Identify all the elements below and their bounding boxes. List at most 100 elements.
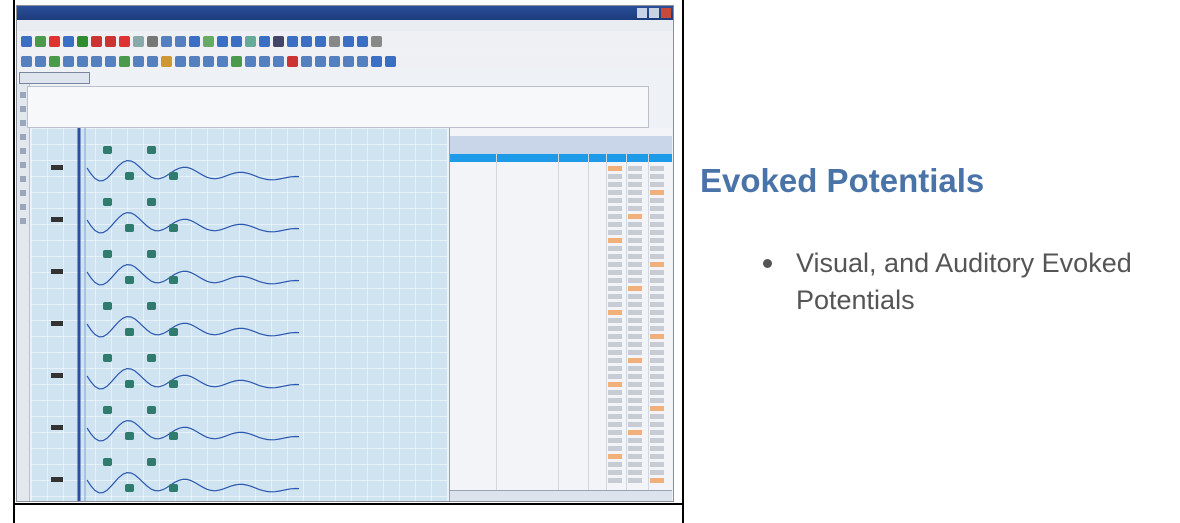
table-cell bbox=[628, 462, 642, 467]
table-cell bbox=[650, 326, 664, 331]
document-tab bbox=[19, 72, 90, 84]
table-cell bbox=[608, 326, 622, 331]
peak-marker bbox=[147, 302, 156, 310]
table-cell bbox=[650, 270, 664, 275]
peak-marker bbox=[147, 406, 156, 414]
table-border-inner bbox=[13, 503, 684, 505]
table-cell bbox=[628, 382, 642, 387]
peak-marker bbox=[169, 432, 178, 440]
waveform-trace bbox=[86, 367, 300, 390]
table-cell bbox=[628, 446, 642, 451]
table-cell bbox=[650, 166, 664, 171]
toolbar-primary bbox=[17, 32, 673, 50]
maximize-icon bbox=[649, 8, 659, 18]
table-cell bbox=[628, 342, 642, 347]
table-border-left bbox=[13, 0, 15, 523]
table-cell bbox=[608, 318, 622, 323]
table-cell bbox=[628, 350, 642, 355]
channel-label bbox=[51, 425, 63, 430]
toolbar-secondary bbox=[17, 52, 673, 70]
table-cell bbox=[628, 430, 642, 435]
table-cell bbox=[650, 286, 664, 291]
table-cell bbox=[628, 310, 642, 315]
table-cell bbox=[628, 278, 642, 283]
table-cell bbox=[608, 478, 622, 483]
table-cell bbox=[650, 454, 664, 459]
table-cell bbox=[628, 438, 642, 443]
results-table-tabs bbox=[450, 490, 672, 501]
table-cell bbox=[608, 230, 622, 235]
peak-marker bbox=[169, 328, 178, 336]
table-cell bbox=[650, 294, 664, 299]
table-cell bbox=[650, 310, 664, 315]
table-cell bbox=[628, 302, 642, 307]
table-cell bbox=[650, 190, 664, 195]
table-cell bbox=[650, 318, 664, 323]
channel-label bbox=[51, 373, 63, 378]
table-cell bbox=[650, 462, 664, 467]
table-cell bbox=[608, 198, 622, 203]
peak-marker bbox=[125, 484, 134, 492]
table-cell bbox=[650, 334, 664, 339]
table-cell bbox=[650, 238, 664, 243]
peak-marker bbox=[103, 302, 112, 310]
table-cell bbox=[628, 238, 642, 243]
window-titlebar bbox=[17, 6, 673, 20]
peak-marker bbox=[147, 198, 156, 206]
table-cell bbox=[650, 358, 664, 363]
table-cell bbox=[628, 206, 642, 211]
waveform-trace bbox=[86, 315, 300, 338]
table-cell bbox=[628, 254, 642, 259]
table-cell bbox=[628, 390, 642, 395]
table-cell bbox=[628, 414, 642, 419]
table-cell bbox=[608, 206, 622, 211]
peak-marker bbox=[125, 172, 134, 180]
table-cell bbox=[608, 374, 622, 379]
table-cell bbox=[608, 398, 622, 403]
table-cell bbox=[608, 454, 622, 459]
table-cell bbox=[650, 278, 664, 283]
table-cell bbox=[628, 398, 642, 403]
bullet-icon bbox=[763, 259, 772, 268]
table-cell bbox=[650, 414, 664, 419]
table-cell bbox=[650, 222, 664, 227]
table-cell bbox=[628, 182, 642, 187]
table-cell bbox=[650, 406, 664, 411]
table-cell bbox=[608, 382, 622, 387]
table-cell bbox=[628, 406, 642, 411]
table-cell bbox=[628, 166, 642, 171]
results-table bbox=[449, 128, 672, 501]
table-cell bbox=[608, 286, 622, 291]
peak-marker bbox=[147, 354, 156, 362]
table-cell bbox=[608, 342, 622, 347]
table-cell bbox=[650, 446, 664, 451]
table-cell bbox=[608, 238, 622, 243]
results-table-cells bbox=[608, 166, 664, 483]
table-cell bbox=[650, 478, 664, 483]
table-cell bbox=[608, 262, 622, 267]
slide-frame: Evoked Potentials Visual, and Auditory E… bbox=[0, 0, 1180, 523]
peak-marker bbox=[169, 172, 178, 180]
channel-label bbox=[51, 321, 63, 326]
peak-marker bbox=[125, 380, 134, 388]
close-icon bbox=[661, 8, 671, 18]
table-cell bbox=[608, 174, 622, 179]
channel-label bbox=[51, 269, 63, 274]
table-cell bbox=[650, 206, 664, 211]
table-cell bbox=[608, 390, 622, 395]
table-cell bbox=[608, 366, 622, 371]
waveform-trace bbox=[86, 263, 300, 286]
channel-label bbox=[51, 477, 63, 482]
peak-marker bbox=[169, 276, 178, 284]
table-cell bbox=[628, 366, 642, 371]
table-cell bbox=[628, 214, 642, 219]
waveform-trace bbox=[86, 419, 300, 442]
table-cell bbox=[608, 214, 622, 219]
table-cell bbox=[608, 182, 622, 187]
table-cell bbox=[608, 470, 622, 475]
table-cell bbox=[650, 470, 664, 475]
peak-marker bbox=[103, 146, 112, 154]
table-cell bbox=[608, 334, 622, 339]
table-cell bbox=[650, 438, 664, 443]
table-cell bbox=[608, 270, 622, 275]
